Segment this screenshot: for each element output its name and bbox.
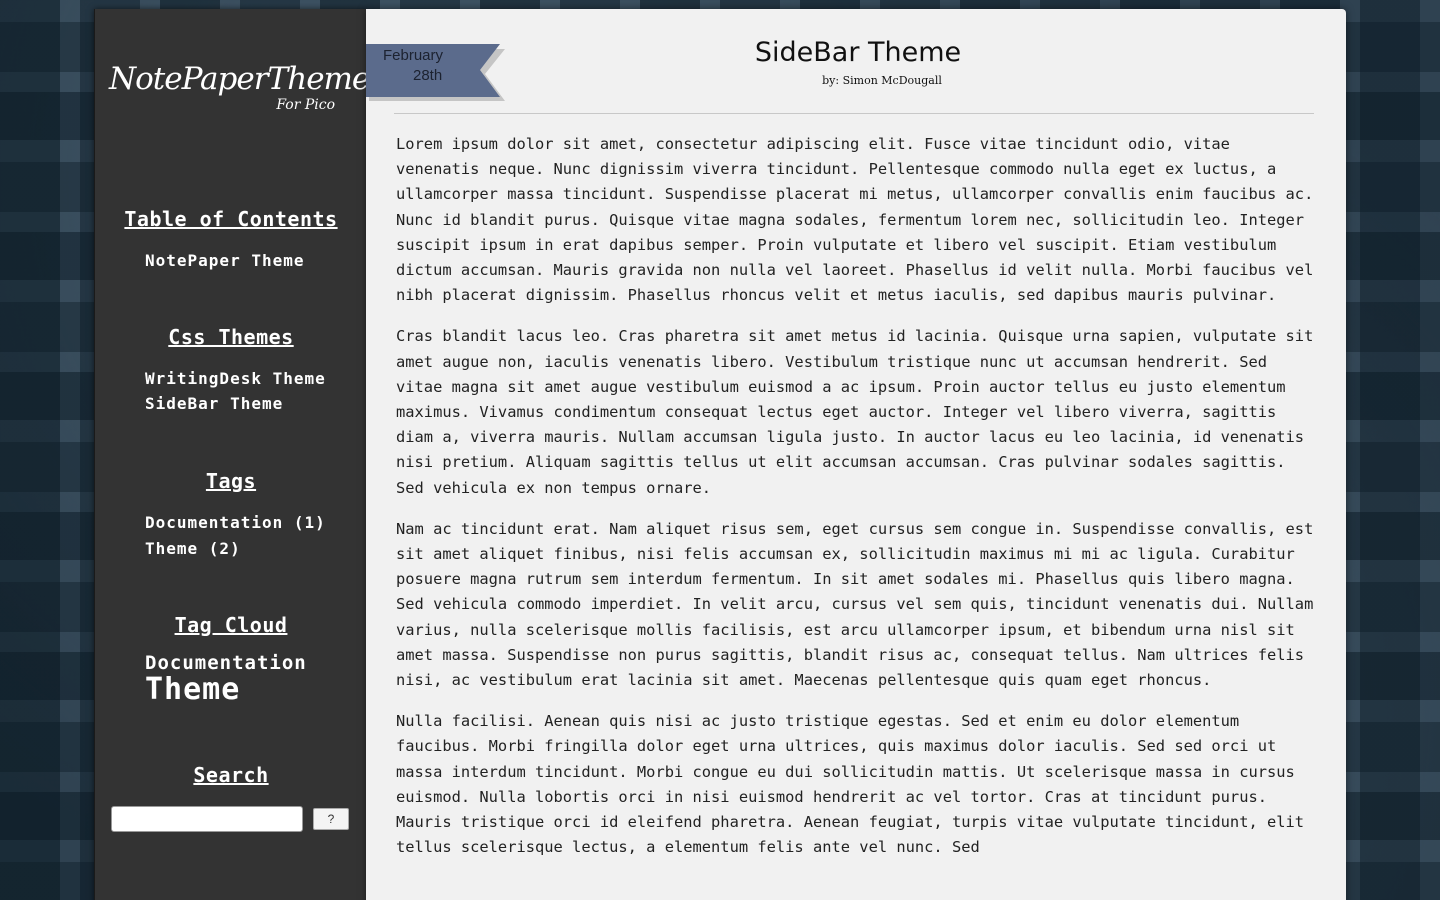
tags-list: Documentation (1) Theme (2) <box>95 510 367 562</box>
paragraph: Nam ac tincidunt erat. Nam aliquet risus… <box>396 519 1314 690</box>
tag-cloud-section: Tag Cloud Documentation Theme <box>95 613 367 705</box>
logo-subtitle: For Pico <box>276 97 335 113</box>
paragraph: Lorem ipsum dolor sit amet, consectetur … <box>396 135 1314 305</box>
search-input[interactable] <box>111 806 303 832</box>
paragraph: Nulla facilisi. Aenean quis nisi ac just… <box>396 712 1305 857</box>
theme-link-sidebar[interactable]: SideBar Theme <box>145 391 367 416</box>
sidebar: NotePaperTheme For Pico Table of Content… <box>94 9 370 900</box>
toc-link-notepaper-theme[interactable]: NotePaper Theme <box>145 248 367 273</box>
list-item: WritingDesk Theme <box>145 366 367 391</box>
toc-list: NotePaper Theme <box>95 248 367 273</box>
toc-section: Table of Contents NotePaper Theme <box>95 207 367 273</box>
list-item: Theme (2) <box>145 536 367 562</box>
post-page: February 28th SideBar Theme by: Simon Mc… <box>366 9 1346 900</box>
title-divider <box>394 113 1314 114</box>
css-themes-heading[interactable]: Css Themes <box>95 325 367 349</box>
tag-link-documentation[interactable]: Documentation (1) <box>145 510 367 536</box>
search-heading[interactable]: Search <box>95 763 367 787</box>
post-title: SideBar Theme <box>754 37 962 68</box>
cloud-tag-theme[interactable]: Theme <box>145 675 367 705</box>
search-section: Search <box>95 763 367 787</box>
tags-heading[interactable]: Tags <box>95 469 367 493</box>
post-author: by: Simon McDougall <box>822 74 942 87</box>
search-button[interactable]: ? <box>313 808 349 830</box>
list-item: SideBar Theme <box>145 391 367 416</box>
theme-link-writingdesk[interactable]: WritingDesk Theme <box>145 366 367 391</box>
toc-heading[interactable]: Table of Contents <box>95 207 367 231</box>
tag-cloud: Documentation Theme <box>95 651 367 705</box>
list-item: Documentation (1) <box>145 510 367 536</box>
search-form: ? <box>111 806 351 834</box>
paragraph: Cras blandit lacus leo. Cras pharetra si… <box>396 327 1314 497</box>
tag-cloud-heading[interactable]: Tag Cloud <box>95 613 367 637</box>
tag-link-theme[interactable]: Theme (2) <box>145 536 367 562</box>
logo-title: NotePaperTheme <box>109 61 370 97</box>
site-logo[interactable]: NotePaperTheme For Pico <box>109 59 370 119</box>
css-themes-section: Css Themes WritingDesk Theme SideBar The… <box>95 325 367 416</box>
post-content: Lorem ipsum dolor sit amet, consectetur … <box>396 132 1318 876</box>
list-item: NotePaper Theme <box>145 248 367 273</box>
tags-section: Tags Documentation (1) Theme (2) <box>95 469 367 562</box>
css-themes-list: WritingDesk Theme SideBar Theme <box>95 366 367 416</box>
